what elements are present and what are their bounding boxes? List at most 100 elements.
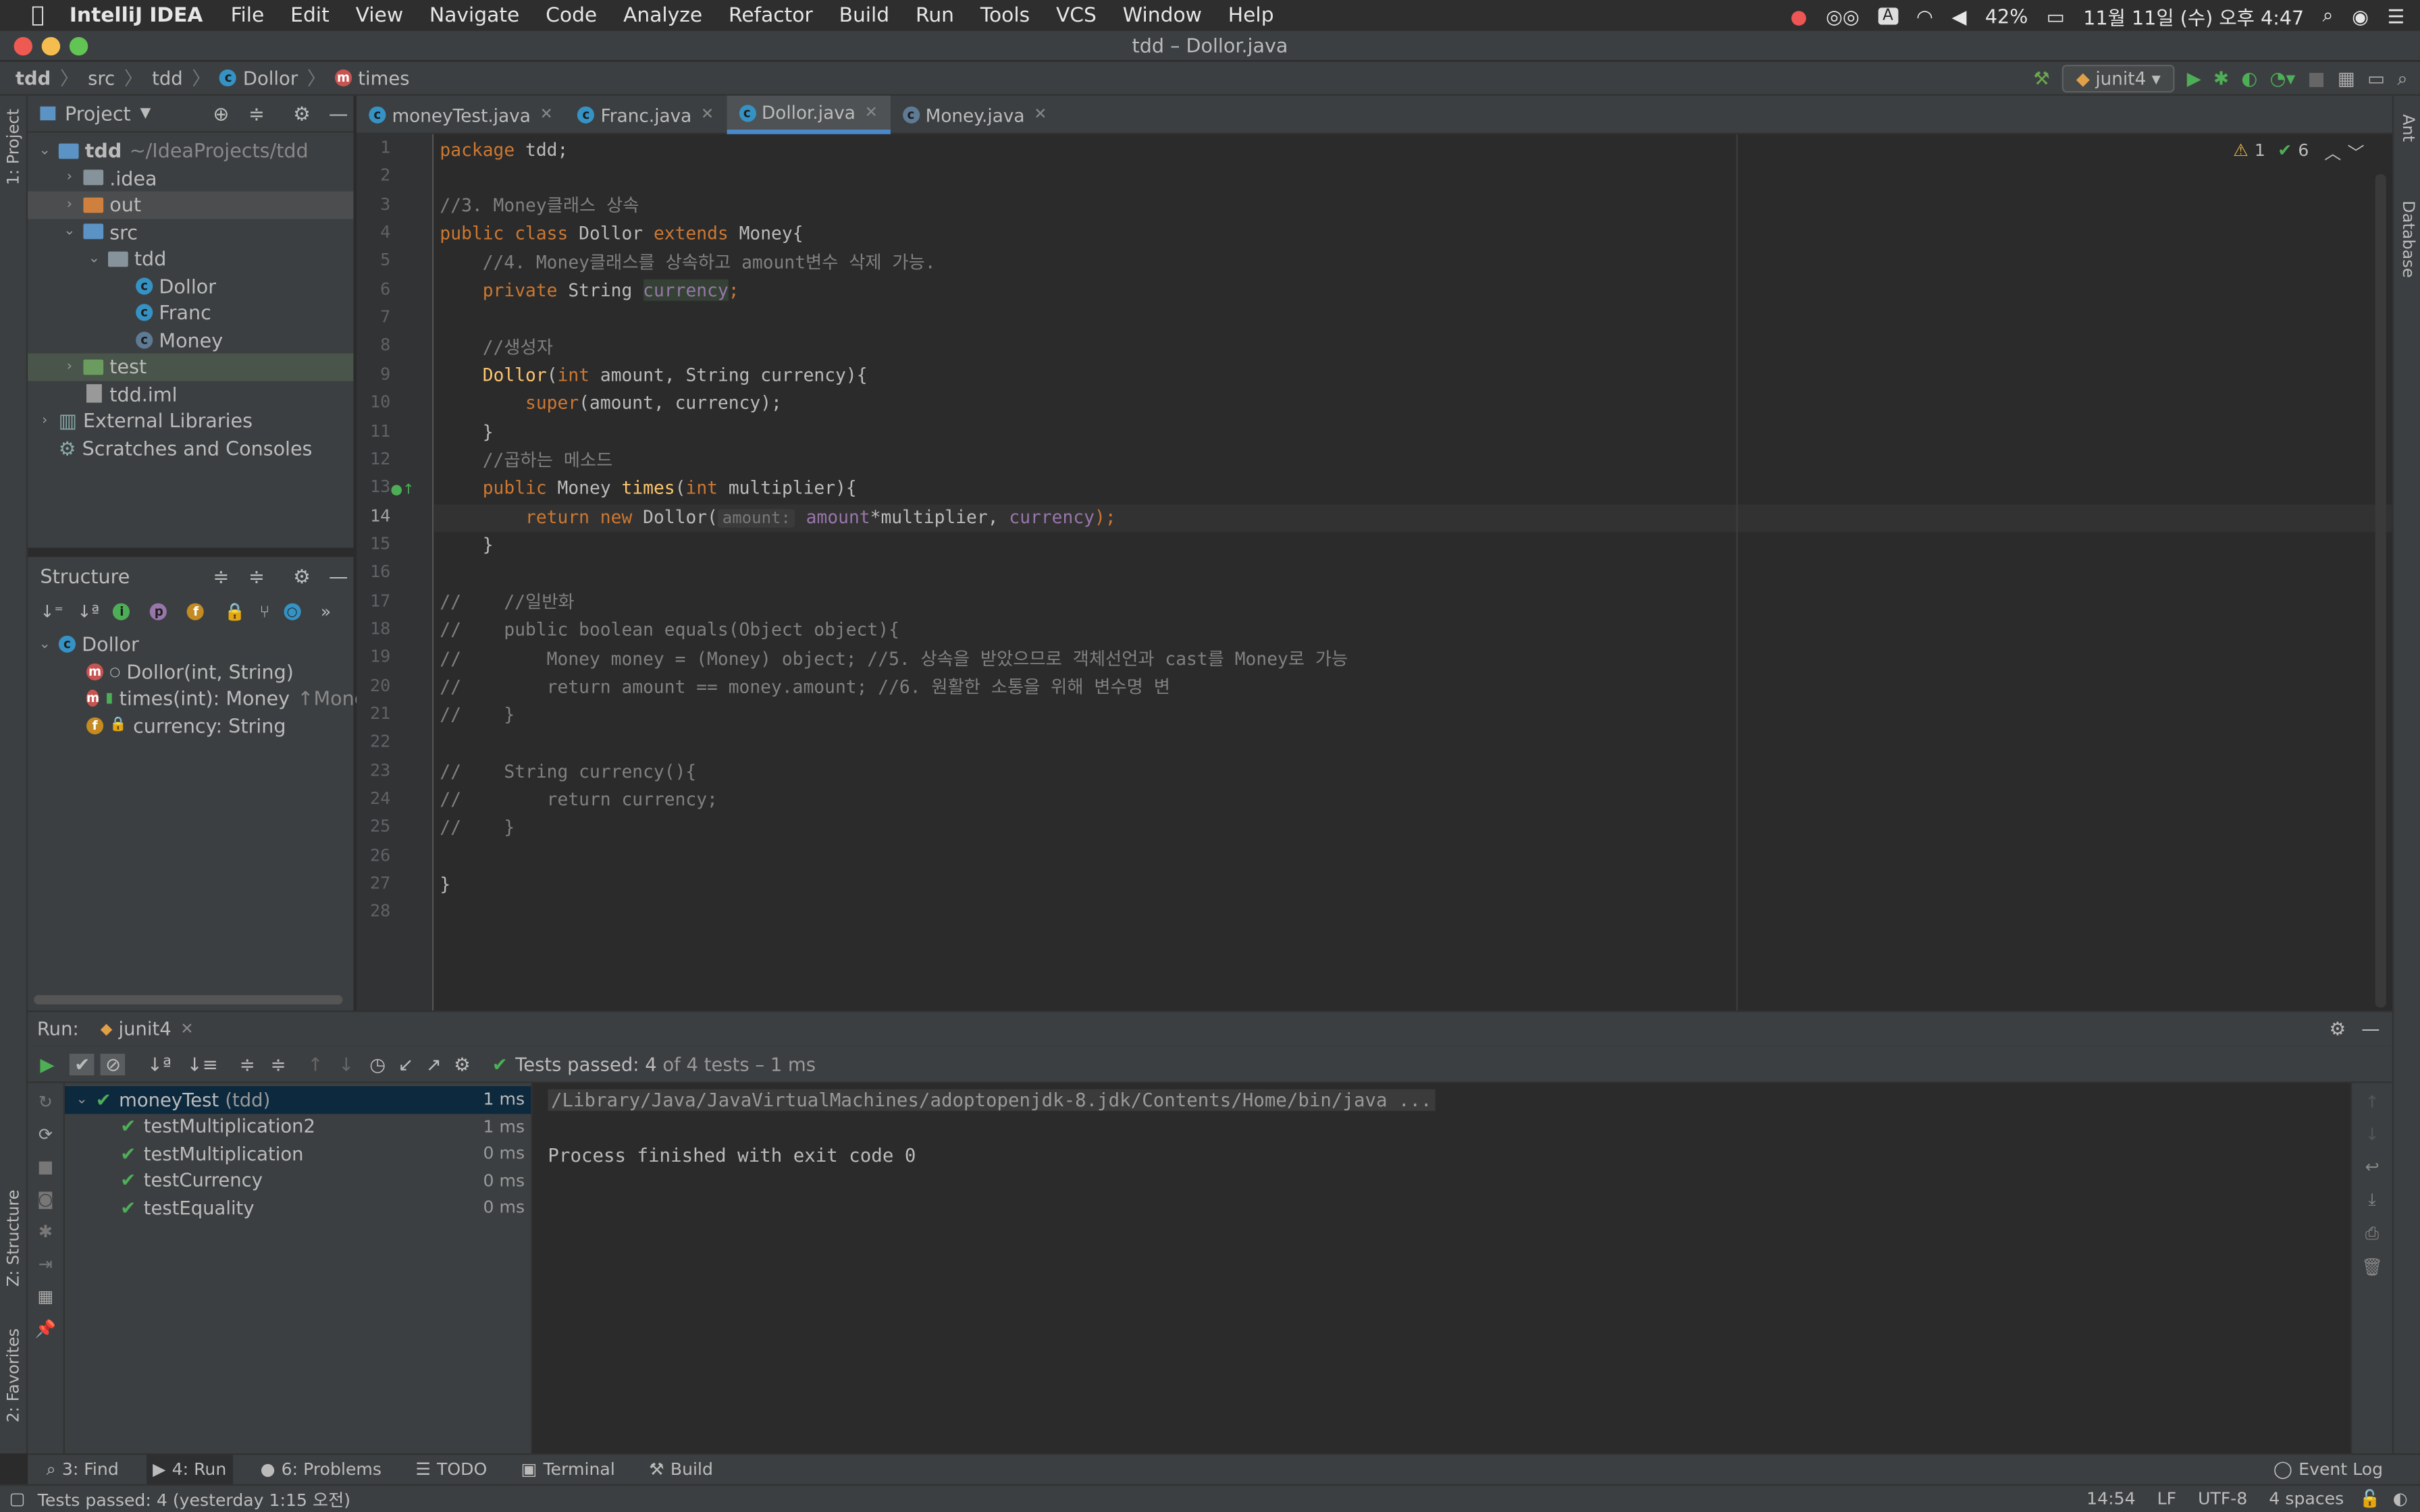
horizontal-scrollbar[interactable] bbox=[34, 995, 343, 1004]
run-toolwindow-button[interactable]: ▶ 4: Run bbox=[146, 1454, 233, 1485]
project-header-label[interactable]: Project bbox=[65, 102, 131, 125]
sort-alpha-icon[interactable]: ↓ª bbox=[147, 1053, 172, 1075]
menu-run[interactable]: Run bbox=[916, 4, 954, 27]
input-source-icon[interactable]: A bbox=[1878, 7, 1898, 24]
show-anonymous-icon[interactable]: ○ bbox=[283, 602, 301, 620]
layout-icon[interactable]: ▦ bbox=[38, 1287, 54, 1307]
gear-icon[interactable]: ⚙ bbox=[293, 102, 311, 125]
close-icon[interactable]: ✕ bbox=[865, 104, 878, 121]
menu-window[interactable]: Window bbox=[1123, 4, 1202, 27]
console-line[interactable]: /Library/Java/JavaVirtualMachines/adopto… bbox=[548, 1089, 1436, 1111]
event-log-button[interactable]: ◯ Event Log bbox=[2267, 1454, 2389, 1485]
caret-position[interactable]: 14:54 bbox=[2086, 1489, 2135, 1509]
close-icon[interactable]: ✕ bbox=[540, 107, 553, 124]
tree-item-scratches[interactable]: ⚙ Scratches and Consoles bbox=[28, 434, 353, 461]
more-icon[interactable]: » bbox=[321, 601, 331, 621]
test-row[interactable]: ⌄ ✔ moneyTest (tdd) 1 ms bbox=[64, 1086, 531, 1114]
menu-app[interactable]: IntelliJ IDEA bbox=[70, 4, 203, 27]
import-tests-icon[interactable]: ↙ bbox=[398, 1053, 414, 1075]
menu-code[interactable]: Code bbox=[546, 4, 597, 27]
indent-setting[interactable]: 4 spaces bbox=[2269, 1489, 2344, 1509]
tree-item-tdd-package[interactable]: ⌄ tdd bbox=[28, 245, 353, 272]
gear-icon[interactable]: ⚙ bbox=[454, 1053, 471, 1075]
tab-moneytest[interactable]: c moneyTest.java ✕ bbox=[357, 96, 565, 134]
debug-icon[interactable]: ✱ bbox=[2213, 68, 2229, 90]
soft-wrap-icon[interactable]: ↩ bbox=[2365, 1157, 2379, 1177]
chevron-down-icon[interactable]: ▼ bbox=[140, 106, 151, 122]
collapse-all-icon[interactable]: ≑ bbox=[248, 102, 265, 125]
breadcrumb-times[interactable]: m times bbox=[334, 67, 410, 88]
ant-toolwindow-button[interactable]: Ant bbox=[2398, 114, 2417, 142]
trash-icon[interactable]: 🗑 bbox=[2361, 1258, 2383, 1278]
console-output[interactable]: /Library/Java/JavaVirtualMachines/adopto… bbox=[532, 1083, 2351, 1455]
collapse-all-icon[interactable]: ≑ bbox=[248, 564, 265, 587]
exit-icon[interactable]: ⇥ bbox=[38, 1254, 53, 1274]
next-failed-icon[interactable]: ↓ bbox=[338, 1053, 354, 1075]
override-marker-icon[interactable]: ●↑ bbox=[390, 483, 414, 498]
favorites-toolwindow-button[interactable]: 2: Favorites bbox=[5, 1328, 23, 1422]
control-center-icon[interactable]: ☰ bbox=[2387, 4, 2404, 27]
tree-item-test[interactable]: › test bbox=[28, 353, 354, 381]
show-non-public-icon[interactable]: 🔒 bbox=[224, 601, 245, 621]
close-icon[interactable]: ✕ bbox=[180, 1021, 193, 1037]
breadcrumb-src[interactable]: src bbox=[88, 67, 115, 88]
minimize-window-button[interactable] bbox=[41, 36, 61, 56]
menu-tools[interactable]: Tools bbox=[980, 4, 1030, 27]
show-inherited-icon[interactable]: i bbox=[113, 602, 130, 620]
close-icon[interactable]: ✕ bbox=[701, 107, 714, 124]
volume-icon[interactable]: ◀ bbox=[1951, 4, 1966, 27]
menu-view[interactable]: View bbox=[356, 4, 404, 27]
structure-item-dollor[interactable]: ⌄ c Dollor bbox=[28, 631, 353, 658]
menu-file[interactable]: File bbox=[231, 4, 265, 27]
test-row[interactable]: ✔ testCurrency 0 ms bbox=[65, 1167, 531, 1194]
scroll-down-icon[interactable]: ↓ bbox=[2365, 1125, 2379, 1145]
pin-icon[interactable]: 📌 bbox=[35, 1319, 56, 1339]
sort-visibility-icon[interactable]: ↓⁼ bbox=[40, 601, 63, 621]
wifi-icon[interactable]: ◠ bbox=[1916, 4, 1933, 27]
build-toolwindow-button[interactable]: ⚒ Build bbox=[643, 1454, 719, 1485]
structure-item-times[interactable]: m ▮ times(int): Money ↑Money bbox=[28, 685, 377, 712]
rerun-icon[interactable]: ▶ bbox=[40, 1053, 54, 1075]
minimize-icon[interactable]: — bbox=[329, 102, 348, 125]
prev-failed-icon[interactable]: ↑ bbox=[308, 1053, 323, 1075]
show-properties-icon[interactable]: p bbox=[150, 602, 167, 620]
status-message[interactable]: Tests passed: 4 (yesterday 1:15 오전) bbox=[38, 1486, 350, 1511]
locate-icon[interactable]: ⊕ bbox=[213, 102, 229, 125]
scroll-to-end-icon[interactable]: ⤓ bbox=[2369, 1189, 2376, 1211]
build-hammer-icon[interactable]: ⚒ bbox=[2033, 68, 2050, 90]
structure-toolwindow-button[interactable]: Z: Structure bbox=[5, 1189, 23, 1287]
tab-dollor[interactable]: c Dollor.java ✕ bbox=[726, 95, 891, 134]
tree-item-tdd-iml[interactable]: tdd.iml bbox=[28, 380, 353, 407]
layout-toggle-icon[interactable]: ▢ bbox=[9, 1489, 26, 1509]
battery-icon[interactable]: ▭ bbox=[2047, 4, 2065, 27]
minimize-icon[interactable]: — bbox=[2361, 1019, 2379, 1040]
scroll-up-icon[interactable]: ↑ bbox=[2365, 1092, 2379, 1112]
file-encoding[interactable]: UTF-8 bbox=[2198, 1489, 2247, 1509]
project-structure-icon[interactable]: ▦ bbox=[2338, 68, 2355, 90]
expand-all-icon[interactable]: ≑ bbox=[240, 1053, 255, 1075]
close-icon[interactable]: ✕ bbox=[1034, 107, 1047, 124]
breadcrumb-tdd-package[interactable]: tdd bbox=[152, 67, 183, 88]
menu-navigate[interactable]: Navigate bbox=[429, 4, 519, 27]
menu-refactor[interactable]: Refactor bbox=[729, 4, 813, 27]
lock-icon[interactable]: 🔓 bbox=[2359, 1489, 2380, 1509]
todo-toolwindow-button[interactable]: ☰ TODO bbox=[409, 1454, 493, 1485]
menu-edit[interactable]: Edit bbox=[290, 4, 330, 27]
chevron-up-icon[interactable]: ︿ bbox=[2324, 140, 2341, 165]
chevron-down-icon[interactable]: ﹀ bbox=[2348, 140, 2365, 165]
run-icon[interactable]: ▶ bbox=[2187, 68, 2201, 90]
line-separator[interactable]: LF bbox=[2157, 1489, 2176, 1509]
close-window-button[interactable] bbox=[14, 36, 32, 56]
collapse-all-icon[interactable]: ≑ bbox=[271, 1053, 286, 1075]
toggle-auto-test-icon[interactable]: ⟳ bbox=[38, 1125, 53, 1145]
debug-icon[interactable]: ✱ bbox=[38, 1222, 53, 1242]
structure-item-currency[interactable]: f 🔒 currency: String bbox=[28, 712, 353, 739]
show-fields-icon[interactable]: f bbox=[187, 602, 205, 620]
datetime[interactable]: 11월 11일 (수) 오후 4:47 bbox=[2083, 1, 2304, 30]
structure-item-constructor[interactable]: m ○ Dollor(int, String) bbox=[28, 658, 353, 685]
sort-alpha-icon[interactable]: ↓ª bbox=[77, 601, 99, 621]
test-row[interactable]: ✔ testMultiplication2 1 ms bbox=[65, 1113, 531, 1140]
tree-item-src[interactable]: ⌄ src bbox=[28, 218, 353, 245]
apple-icon[interactable]:  bbox=[28, 3, 48, 28]
run-tab-junit4[interactable]: junit4 bbox=[118, 1019, 171, 1040]
